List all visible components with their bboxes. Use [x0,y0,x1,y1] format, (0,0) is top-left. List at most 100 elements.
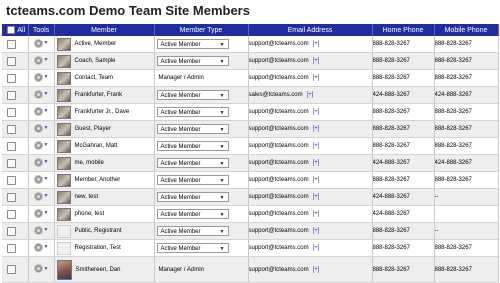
row-tools-menu[interactable]: ▼ [33,264,49,273]
dropdown-triangle-icon[interactable]: ▼ [44,74,49,80]
member-name-link[interactable]: Frankfurter, Frank [75,92,123,98]
member-type-select[interactable]: Active Member ▼ [156,141,229,151]
row-checkbox[interactable] [7,56,16,66]
email-address[interactable]: support@tcteams.com [249,177,309,183]
gear-icon[interactable] [33,174,43,184]
row-tools-menu[interactable]: ▼ [33,106,49,116]
email-address[interactable]: support@tcteams.com [249,58,309,64]
row-checkbox[interactable] [7,226,16,236]
row-checkbox[interactable] [7,209,16,219]
row-tools-menu[interactable]: ▼ [33,89,49,99]
email-expand-link[interactable]: [+] [313,75,320,81]
dropdown-triangle-icon[interactable]: ▼ [44,227,49,233]
dropdown-triangle-icon[interactable]: ▼ [44,210,49,216]
member-name-link[interactable]: Active, Member [75,41,117,47]
email-expand-link[interactable]: [+] [313,211,320,217]
member-name-link[interactable]: Coach, Sample [75,58,116,64]
member-type-select[interactable]: Active Member ▼ [156,243,229,253]
email-expand-link[interactable]: [+] [313,228,320,234]
member-type-select[interactable]: Active Member ▼ [156,226,229,236]
email-expand-link[interactable]: [+] [313,126,320,132]
row-tools-menu[interactable]: ▼ [33,191,49,201]
select-all-checkbox[interactable] [7,26,16,34]
email-address[interactable]: support@tcteams.com [249,228,309,234]
gear-icon[interactable] [33,264,43,273]
row-tools-menu[interactable]: ▼ [33,242,49,252]
row-checkbox[interactable] [7,141,16,151]
row-checkbox[interactable] [7,192,16,202]
dropdown-triangle-icon[interactable]: ▼ [44,176,49,182]
member-name-link[interactable]: Public, Registrant [75,228,122,234]
member-type-select[interactable]: Active Member ▼ [156,158,229,168]
dropdown-triangle-icon[interactable]: ▼ [44,125,49,131]
gear-icon[interactable] [33,157,43,167]
email-expand-link[interactable]: [+] [313,177,320,183]
email-address[interactable]: support@tcteams.com [249,267,309,273]
email-expand-link[interactable]: [+] [313,143,320,149]
member-name-link[interactable]: Guest, Player [75,126,111,132]
email-address[interactable]: support@tcteams.com [249,126,309,132]
gear-icon[interactable] [33,208,43,218]
member-name-link[interactable]: Contact, Team [75,75,114,81]
email-expand-link[interactable]: [+] [307,92,314,98]
email-address[interactable]: support@tcteams.com [249,143,309,149]
email-address[interactable]: support@tcteams.com [249,160,309,166]
gear-icon[interactable] [33,225,43,235]
member-type-select[interactable]: Active Member ▼ [156,124,229,134]
email-address[interactable]: support@tcteams.com [249,194,309,200]
member-type-select[interactable]: Active Member ▼ [156,192,229,202]
member-name-link[interactable]: Frankfurter Jr., Dave [75,109,130,115]
email-expand-link[interactable]: [+] [313,160,320,166]
dropdown-triangle-icon[interactable]: ▼ [44,91,49,97]
row-checkbox[interactable] [7,265,16,274]
row-tools-menu[interactable]: ▼ [33,157,49,167]
row-checkbox[interactable] [7,175,16,185]
dropdown-triangle-icon[interactable]: ▼ [44,142,49,148]
row-tools-menu[interactable]: ▼ [33,208,49,218]
mobile-phone-header[interactable]: Mobile Phone [434,24,499,36]
email-expand-link[interactable]: [+] [313,41,320,47]
email-expand-link[interactable]: [+] [313,267,320,273]
member-name-link[interactable]: Registration, Test [75,245,121,251]
dropdown-triangle-icon[interactable]: ▼ [44,193,49,199]
gear-icon[interactable] [33,191,43,201]
gear-icon[interactable] [33,242,43,252]
dropdown-triangle-icon[interactable]: ▼ [44,266,49,272]
gear-icon[interactable] [33,38,43,48]
member-header[interactable]: Member [54,24,155,36]
email-address[interactable]: support@tcteams.com [249,245,309,251]
gear-icon[interactable] [33,55,43,65]
row-tools-menu[interactable]: ▼ [33,123,49,133]
row-tools-menu[interactable]: ▼ [33,72,49,82]
row-tools-menu[interactable]: ▼ [33,38,49,48]
member-name-link[interactable]: Member, Another [75,177,121,183]
member-name-link[interactable]: Smithereen, Dan [76,267,121,273]
gear-icon[interactable] [33,123,43,133]
row-checkbox[interactable] [7,90,16,100]
dropdown-triangle-icon[interactable]: ▼ [44,159,49,165]
email-address[interactable]: sales@tcteams.com [249,92,303,98]
member-name-link[interactable]: McGahran, Matt [75,143,118,149]
dropdown-triangle-icon[interactable]: ▼ [44,244,49,250]
row-tools-menu[interactable]: ▼ [33,55,48,65]
member-name-link[interactable]: phone, test [75,211,105,217]
email-expand-link[interactable]: [+] [313,109,320,115]
email-address[interactable]: support@tcteams.com [249,109,309,115]
row-checkbox[interactable] [7,39,16,49]
member-name-link[interactable]: new, test [75,194,99,200]
gear-icon[interactable] [33,140,43,150]
row-checkbox[interactable] [7,73,16,83]
member-type-select[interactable]: Active Member ▼ [156,56,229,66]
member-type-select[interactable]: Active Member ▼ [156,209,229,219]
email-address[interactable]: support@tcteams.com [249,41,309,47]
member-type-select[interactable]: Active Member ▼ [156,90,229,100]
gear-icon[interactable] [33,106,43,116]
row-checkbox[interactable] [7,124,16,134]
member-type-header[interactable]: Member Type [154,24,249,36]
email-address[interactable]: support@tcteams.com [249,211,309,217]
member-type-select[interactable]: Active Member ▼ [156,107,229,117]
email-header[interactable]: Email Address [248,24,373,36]
member-type-select[interactable]: Active Member ▼ [156,175,229,185]
dropdown-triangle-icon[interactable]: ▼ [44,40,49,46]
dropdown-triangle-icon[interactable]: ▼ [44,108,49,114]
